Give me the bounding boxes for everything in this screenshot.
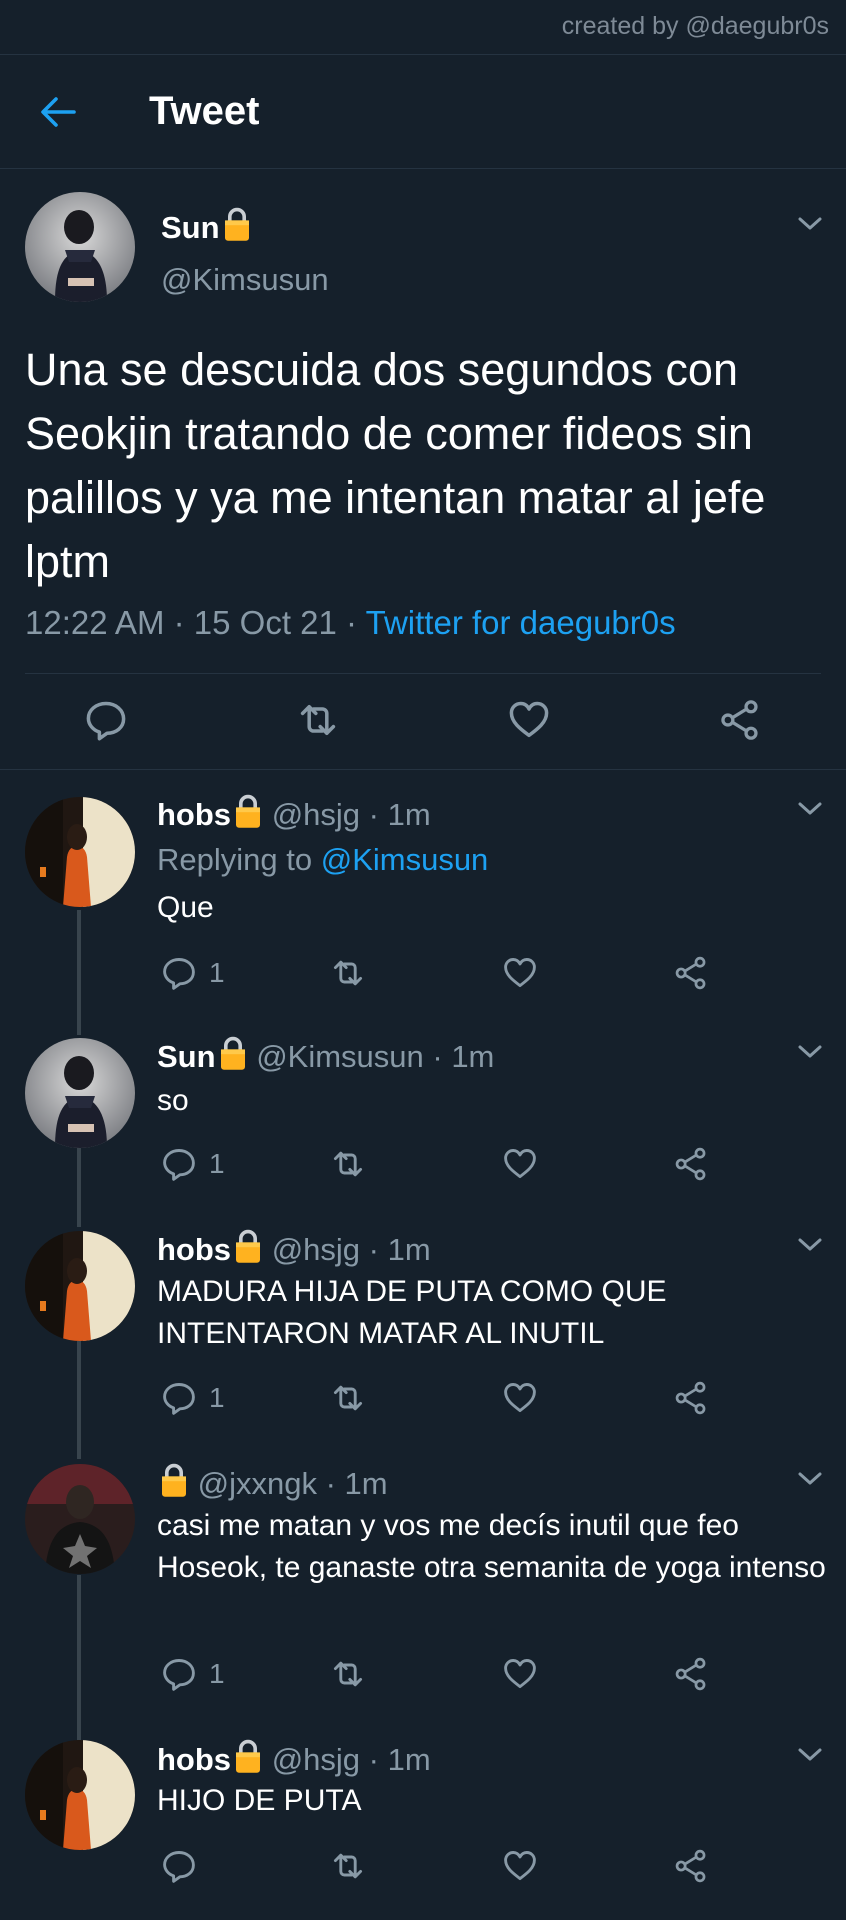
reply-author[interactable]: Sun @Kimsusun · 1m [157,1035,494,1075]
replying-to: Replying to @Kimsusun [157,839,827,881]
author-handle-time: @hsjg · 1m [271,797,431,832]
reply-icon[interactable] [161,1848,197,1884]
page-title: Tweet [149,89,260,133]
share-icon[interactable] [673,1380,709,1416]
thread-line [77,1148,81,1227]
avatar-photo [25,192,135,302]
avatar[interactable] [25,1740,135,1850]
author-handle[interactable]: @Kimsusun [161,262,329,298]
avatar-photo [25,1231,135,1341]
chevron-down-icon[interactable] [797,1044,823,1060]
thread-line [77,1575,81,1740]
author-name-text: Sun [161,210,220,245]
reply-icon[interactable] [84,698,128,742]
reply-icon[interactable] [161,955,197,991]
heart-icon[interactable] [502,1848,538,1884]
avatar-photo [25,797,135,907]
reply-author[interactable]: hobs @hsjg · 1m [157,793,431,833]
tweet-text: Una se descuida dos segundos con Seokjin… [25,344,766,587]
meta-dot: · [173,604,185,641]
chevron-down-icon[interactable] [797,216,823,232]
reply-text: HIJO DE PUTA [157,1784,362,1817]
author-handle-time: @jxxngk · 1m [197,1466,388,1501]
retweet-icon[interactable] [330,955,366,991]
heart-icon[interactable] [502,955,538,991]
lock-icon [222,206,252,242]
chevron-down-icon[interactable] [797,1237,823,1253]
retweet-icon[interactable] [296,698,340,742]
thread-line [77,910,81,1035]
avatar[interactable] [25,192,135,302]
share-icon[interactable] [718,698,762,742]
share-icon[interactable] [673,1656,709,1692]
reply-author[interactable]: hobs @hsjg · 1m [157,1738,431,1778]
reply-text: casi me matan y vos me decís inutil que … [157,1509,826,1584]
tweet-date: 15 Oct 21 [193,604,337,641]
heart-icon[interactable] [507,698,551,742]
avatar-photo [25,1464,135,1574]
divider [0,769,846,770]
author-name: Sun [157,1039,216,1074]
lock-icon [218,1035,248,1071]
top-bar: Tweet [0,55,846,169]
retweet-icon[interactable] [330,1656,366,1692]
mention-link[interactable]: @Kimsusun [321,842,489,877]
reply-text: MADURA HIJA DE PUTA COMO QUE INTENTARON … [157,1275,667,1350]
author-name: hobs [157,1742,232,1777]
divider [25,673,821,674]
chevron-down-icon[interactable] [797,801,823,817]
retweet-icon[interactable] [330,1848,366,1884]
tweet-meta: 12:22 AM · 15 Oct 21 · Twitter for daegu… [25,604,676,642]
author-name: hobs [157,797,232,832]
avatar[interactable] [25,1038,135,1148]
author-handle-time: @hsjg · 1m [271,1232,431,1267]
avatar[interactable] [25,1231,135,1341]
avatar-photo [25,1038,135,1148]
lock-icon [233,793,263,829]
reply-count: 1 [209,1148,225,1179]
author-name[interactable]: Sun [161,206,252,246]
lock-icon [159,1462,189,1498]
author-handle-time: @hsjg · 1m [271,1742,431,1777]
arrow-left-icon[interactable] [38,92,78,132]
reply-icon[interactable] [161,1380,197,1416]
avatar[interactable] [25,1464,135,1574]
header-divider [0,168,846,169]
heart-icon[interactable] [502,1146,538,1182]
watermark: created by @daegubr0s [561,12,829,40]
reply-icon[interactable] [161,1656,197,1692]
chevron-down-icon[interactable] [797,1747,823,1763]
reply-count: 1 [209,957,225,988]
heart-icon[interactable] [502,1656,538,1692]
share-icon[interactable] [673,955,709,991]
lock-icon [233,1228,263,1264]
reply-author[interactable]: @jxxngk · 1m [157,1462,388,1502]
author-handle-time: @Kimsusun · 1m [256,1039,495,1074]
tweet-time: 12:22 AM [25,604,165,641]
retweet-icon[interactable] [330,1146,366,1182]
reply-text: Que [157,891,214,924]
heart-icon[interactable] [502,1380,538,1416]
reply-count: 1 [209,1382,225,1413]
tweet-source-link[interactable]: Twitter for daegubr0s [366,604,676,641]
chevron-down-icon[interactable] [797,1471,823,1487]
reply-author[interactable]: hobs @hsjg · 1m [157,1228,431,1268]
reply-text: so [157,1084,189,1117]
avatar[interactable] [25,797,135,907]
avatar-photo [25,1740,135,1850]
replying-to-label: Replying to [157,842,321,877]
thread-line [77,1341,81,1459]
author-name: hobs [157,1232,232,1267]
lock-icon [233,1738,263,1774]
meta-dot: · [346,604,358,641]
share-icon[interactable] [673,1146,709,1182]
reply-count: 1 [209,1658,225,1689]
retweet-icon[interactable] [330,1380,366,1416]
share-icon[interactable] [673,1848,709,1884]
reply-icon[interactable] [161,1146,197,1182]
